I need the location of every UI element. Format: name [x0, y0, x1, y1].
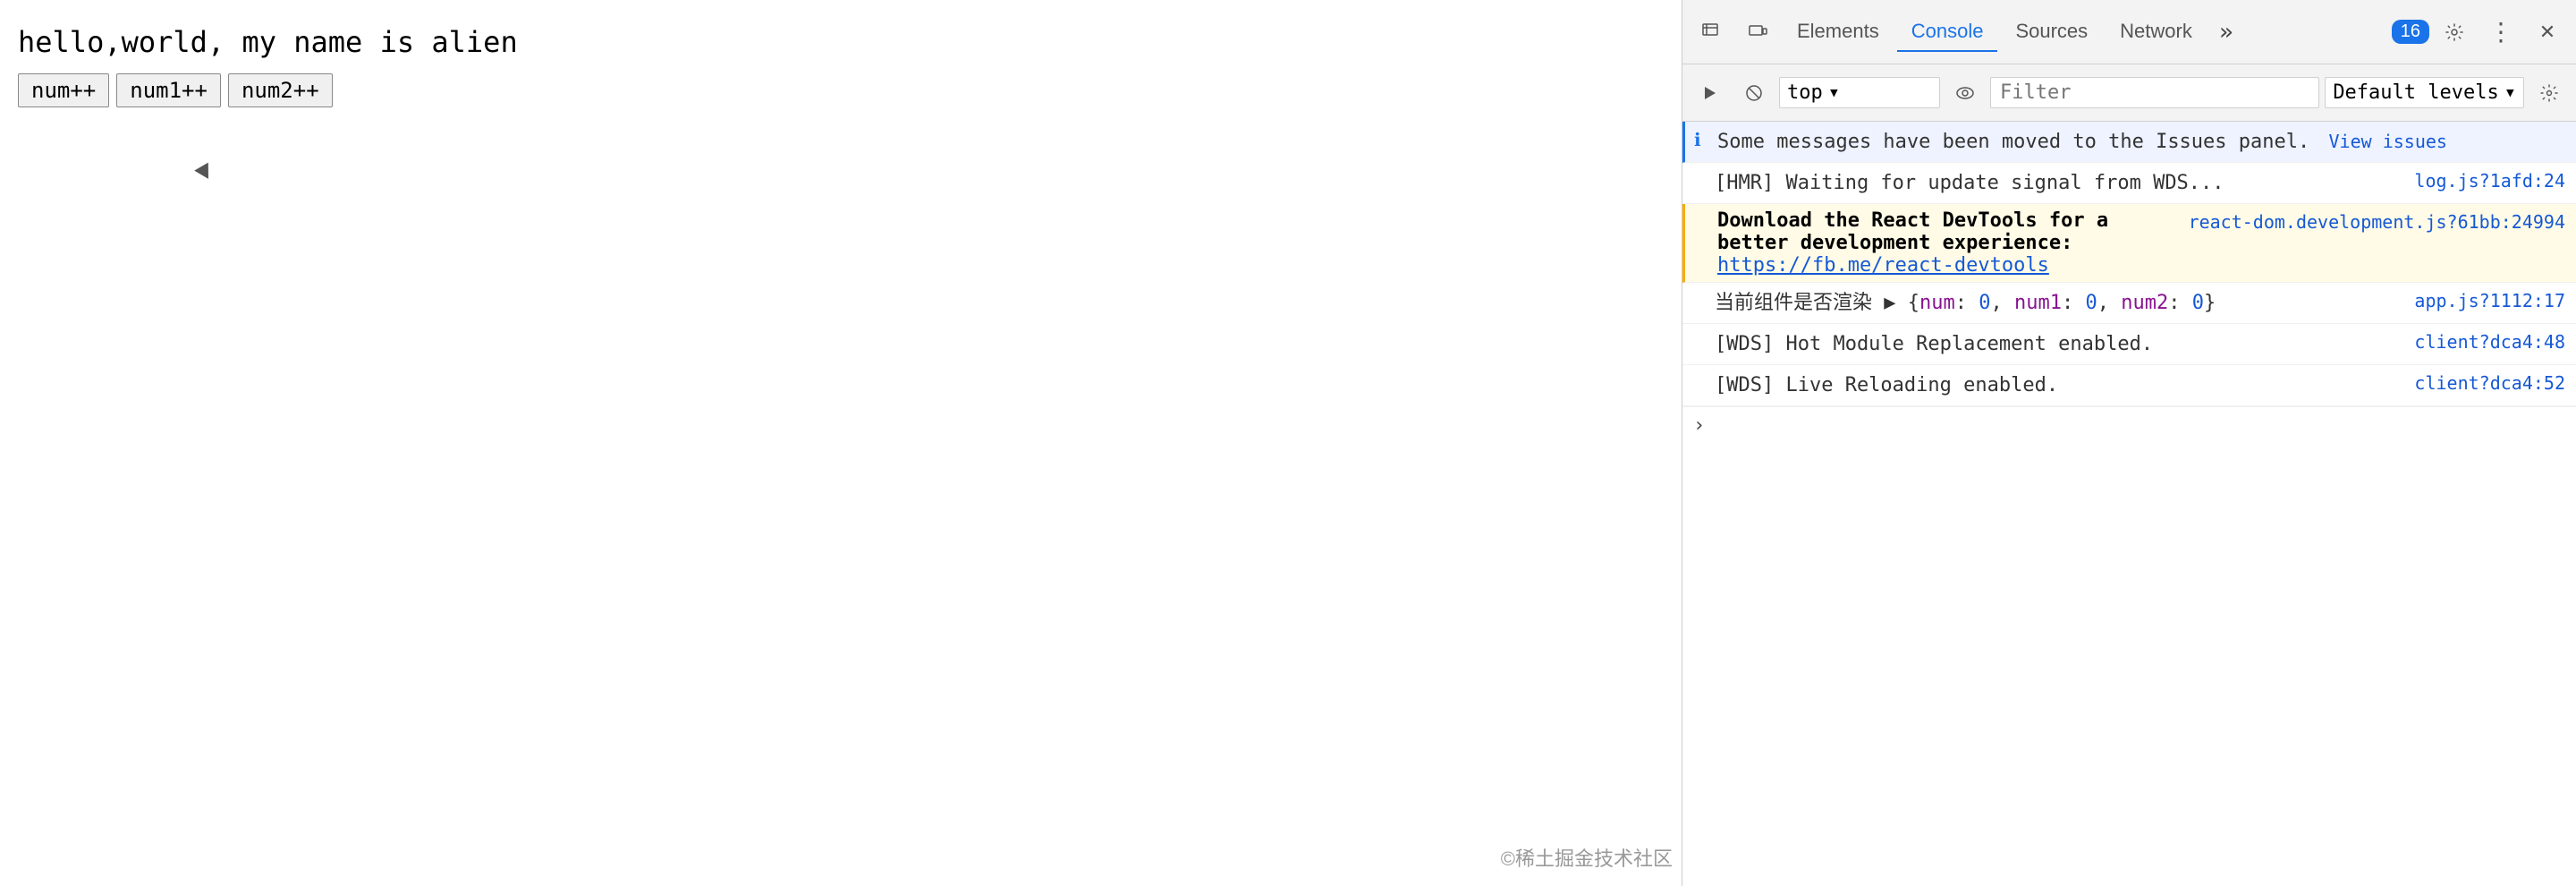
num-button-1[interactable]: num1++	[116, 73, 221, 107]
error-badge: 16	[2392, 20, 2429, 44]
more-options-button[interactable]: ⋮	[2479, 11, 2522, 54]
inspect-element-button[interactable]	[1690, 11, 1733, 54]
issues-message-text: Some messages have been moved to the Iss…	[1717, 131, 2309, 153]
tab-console[interactable]: Console	[1897, 13, 1998, 52]
wds-hmr-source-link[interactable]: client?dca4:48	[2414, 329, 2565, 353]
app-source-link[interactable]: app.js?1112:17	[2414, 288, 2565, 311]
wds-hmr-content: [WDS] Hot Module Replacement enabled.	[1715, 329, 2403, 359]
app-area: hello,world, my name is alien num++ num1…	[0, 0, 1682, 886]
hmr-source-link[interactable]: log.js?1afd:24	[2414, 168, 2565, 192]
console-row-wds-live: [WDS] Live Reloading enabled. client?dca…	[1682, 365, 2576, 406]
console-messages: ℹ Some messages have been moved to the I…	[1682, 122, 2576, 886]
console-prompt-row: ›	[1682, 406, 2576, 444]
react-dom-source-link[interactable]: react-dom.development.js?61bb:24994	[2189, 209, 2565, 233]
console-settings-button[interactable]	[2529, 73, 2569, 113]
console-toolbar: top ▾ Default levels ▾	[1682, 64, 2576, 122]
expand-icon[interactable]: ▶	[1884, 292, 1908, 314]
num-button-2[interactable]: num2++	[228, 73, 333, 107]
console-row-chinese: 当前组件是否渲染 ▶ {num: 0, num1: 0, num2: 0} ap…	[1682, 283, 2576, 324]
console-row-hmr: [HMR] Waiting for update signal from WDS…	[1682, 163, 2576, 204]
num-button-0[interactable]: num++	[18, 73, 109, 107]
level-dropdown-icon: ▾	[2504, 81, 2516, 104]
context-dropdown-icon: ▾	[1828, 81, 1840, 104]
console-clear-button[interactable]	[1734, 73, 1774, 113]
object-text: {num: 0, num1: 0, num2: 0}	[1908, 292, 2216, 314]
level-selector[interactable]: Default levels ▾	[2325, 77, 2524, 108]
console-row-wds-hmr: [WDS] Hot Module Replacement enabled. cl…	[1682, 324, 2576, 365]
level-value: Default levels	[2333, 81, 2498, 104]
app-title: hello,world, my name is alien	[0, 0, 1682, 73]
hmr-message-content: [HMR] Waiting for update signal from WDS…	[1715, 168, 2403, 198]
device-toolbar-button[interactable]	[1736, 11, 1779, 54]
cursor-indicator	[194, 163, 216, 183]
context-selector[interactable]: top ▾	[1779, 77, 1940, 108]
hmr-message-text: [HMR] Waiting for update signal from WDS…	[1715, 172, 2224, 194]
more-tabs-button[interactable]: »	[2210, 16, 2242, 48]
close-devtools-button[interactable]: ✕	[2526, 11, 2569, 54]
devtools-panel: Elements Console Sources Network » 16 ⋮ …	[1682, 0, 2576, 886]
eye-button[interactable]	[1945, 73, 1985, 113]
watermark: ©稀土掘金技术社区	[1501, 843, 1673, 872]
chinese-message-content: 当前组件是否渲染 ▶ {num: 0, num1: 0, num2: 0}	[1715, 288, 2403, 318]
console-input[interactable]	[1715, 414, 2565, 437]
wds-live-content: [WDS] Live Reloading enabled.	[1715, 371, 2403, 400]
tab-elements[interactable]: Elements	[1783, 13, 1894, 52]
view-issues-link[interactable]: View issues	[2329, 131, 2447, 152]
console-row-react-devtools: react-dom.development.js?61bb:24994 Down…	[1682, 204, 2576, 283]
react-devtools-inner: react-dom.development.js?61bb:24994 Down…	[1717, 209, 2565, 277]
app-buttons: num++ num1++ num2++	[0, 73, 1682, 107]
issues-message-content: Some messages have been moved to the Iss…	[1717, 127, 2565, 157]
settings-button[interactable]	[2433, 11, 2476, 54]
react-devtools-content: react-dom.development.js?61bb:24994 Down…	[1717, 209, 2565, 277]
context-value: top	[1787, 81, 1823, 104]
console-play-button[interactable]	[1690, 73, 1729, 113]
wds-live-source-link[interactable]: client?dca4:52	[2414, 371, 2565, 394]
filter-input[interactable]	[1990, 77, 2319, 108]
info-icon: ℹ	[1694, 129, 1701, 150]
react-devtools-main-text: Download the React DevTools for a better…	[1717, 209, 2108, 254]
devtools-toolbar: Elements Console Sources Network » 16 ⋮ …	[1682, 0, 2576, 64]
toolbar-right: 16 ⋮ ✕	[2392, 11, 2569, 54]
tab-sources[interactable]: Sources	[2001, 13, 2102, 52]
console-row-issues: ℹ Some messages have been moved to the I…	[1682, 122, 2576, 163]
prompt-chevron: ›	[1693, 414, 1705, 437]
wds-hmr-text: [WDS] Hot Module Replacement enabled.	[1715, 333, 2153, 355]
react-devtools-text: react-dom.development.js?61bb:24994 Down…	[1717, 209, 2565, 277]
react-devtools-link[interactable]: https://fb.me/react-devtools	[1717, 254, 2049, 277]
wds-live-text: [WDS] Live Reloading enabled.	[1715, 374, 2058, 396]
chinese-text: 当前组件是否渲染	[1715, 292, 1884, 314]
tab-network[interactable]: Network	[2106, 13, 2207, 52]
